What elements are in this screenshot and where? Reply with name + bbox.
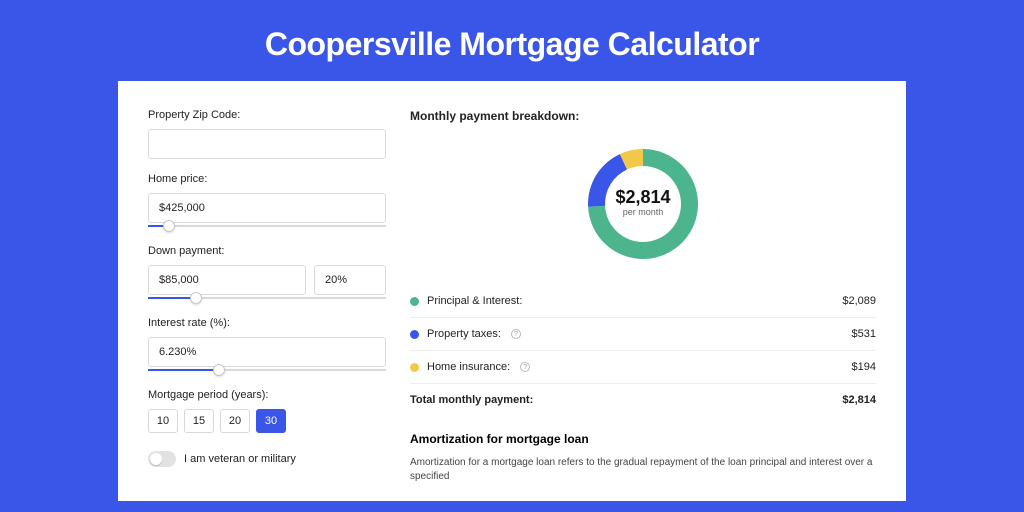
donut-svg: $2,814 per month bbox=[578, 139, 708, 269]
inputs-panel: Property Zip Code: Home price: Down paym… bbox=[148, 109, 386, 501]
interest-rate-row: Interest rate (%): bbox=[148, 317, 386, 375]
veteran-toggle-label: I am veteran or military bbox=[184, 453, 296, 465]
interest-rate-slider-fill bbox=[148, 369, 219, 371]
veteran-toggle[interactable] bbox=[148, 451, 176, 467]
breakdown-title: Monthly payment breakdown: bbox=[410, 109, 876, 123]
home-price-slider-thumb[interactable] bbox=[163, 220, 175, 232]
interest-rate-slider-thumb[interactable] bbox=[213, 364, 225, 376]
legend-label: Home insurance: bbox=[427, 361, 510, 373]
donut-chart: $2,814 per month bbox=[410, 135, 876, 285]
period-button-10[interactable]: 10 bbox=[148, 409, 178, 433]
mortgage-period-row: Mortgage period (years): 10152030 bbox=[148, 389, 386, 433]
period-button-15[interactable]: 15 bbox=[184, 409, 214, 433]
legend-row: Principal & Interest: $2,089 bbox=[410, 285, 876, 318]
interest-rate-slider[interactable] bbox=[148, 365, 386, 375]
legend-label: Property taxes: bbox=[427, 328, 501, 340]
legend-label: Principal & Interest: bbox=[427, 295, 522, 307]
interest-rate-label: Interest rate (%): bbox=[148, 317, 386, 329]
legend-dot bbox=[410, 363, 419, 372]
home-price-slider[interactable] bbox=[148, 221, 386, 231]
down-payment-slider-fill bbox=[148, 297, 196, 299]
interest-rate-input[interactable] bbox=[148, 337, 386, 367]
down-payment-slider-thumb[interactable] bbox=[190, 292, 202, 304]
amortization-title: Amortization for mortgage loan bbox=[410, 432, 876, 446]
donut-center-amount: $2,814 bbox=[615, 187, 670, 207]
veteran-toggle-row: I am veteran or military bbox=[148, 451, 386, 467]
zip-field-row: Property Zip Code: bbox=[148, 109, 386, 159]
legend-value: $194 bbox=[852, 361, 876, 373]
legend-total-label: Total monthly payment: bbox=[410, 394, 533, 406]
amortization-text: Amortization for a mortgage loan refers … bbox=[410, 456, 876, 484]
calculator-card: Property Zip Code: Home price: Down paym… bbox=[118, 81, 906, 501]
down-payment-pct-input[interactable] bbox=[314, 265, 386, 295]
help-icon[interactable]: ? bbox=[511, 329, 521, 339]
legend-dot bbox=[410, 297, 419, 306]
legend-value: $2,089 bbox=[842, 295, 876, 307]
mortgage-period-label: Mortgage period (years): bbox=[148, 389, 386, 401]
help-icon[interactable]: ? bbox=[520, 362, 530, 372]
home-price-row: Home price: bbox=[148, 173, 386, 231]
legend-value: $531 bbox=[852, 328, 876, 340]
legend: Principal & Interest: $2,089 Property taxe… bbox=[410, 285, 876, 384]
page-title: Coopersville Mortgage Calculator bbox=[0, 0, 1024, 81]
legend-dot bbox=[410, 330, 419, 339]
period-button-30[interactable]: 30 bbox=[256, 409, 286, 433]
down-payment-input[interactable] bbox=[148, 265, 306, 295]
zip-label: Property Zip Code: bbox=[148, 109, 386, 121]
home-price-input[interactable] bbox=[148, 193, 386, 223]
zip-input[interactable] bbox=[148, 129, 386, 159]
breakdown-panel: Monthly payment breakdown: $2,814 per mo… bbox=[410, 109, 876, 501]
down-payment-label: Down payment: bbox=[148, 245, 386, 257]
down-payment-row: Down payment: bbox=[148, 245, 386, 303]
period-button-20[interactable]: 20 bbox=[220, 409, 250, 433]
home-price-label: Home price: bbox=[148, 173, 386, 185]
legend-row: Home insurance:? $194 bbox=[410, 351, 876, 384]
donut-center-sub: per month bbox=[623, 207, 664, 217]
legend-row: Property taxes:? $531 bbox=[410, 318, 876, 351]
legend-total-value: $2,814 bbox=[842, 394, 876, 406]
down-payment-slider[interactable] bbox=[148, 293, 386, 303]
legend-total-row: Total monthly payment: $2,814 bbox=[410, 384, 876, 422]
